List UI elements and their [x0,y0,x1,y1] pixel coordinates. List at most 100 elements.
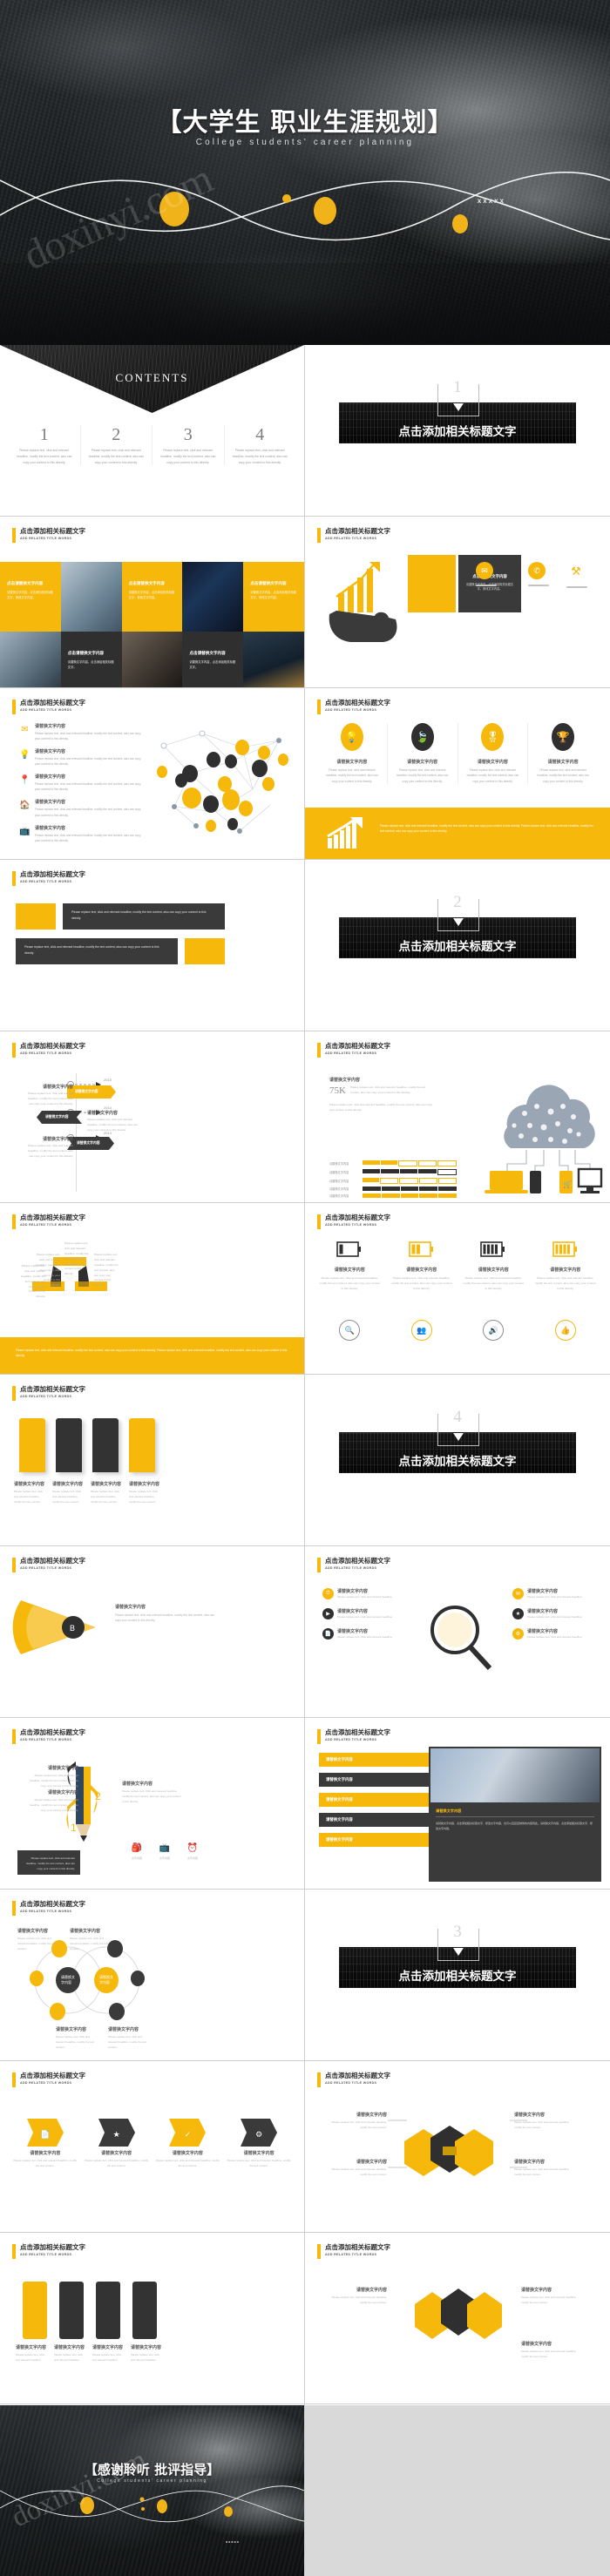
icon-item[interactable]: 🏆 请替换文字内容 Please replace text, click and… [528,723,598,784]
podium-yellow-strip[interactable]: Please replace text, click and relevant … [0,1337,304,1374]
header-title: 点击添加相关标题文字 [20,1042,85,1050]
list-photo-panel[interactable]: 请替换文字内容 请替换文字内容，点击添加相关标题文字，修改文字内容，也可以直接复… [429,1747,601,1882]
mini-icon-item[interactable]: 🎒 文字内容 [131,1842,143,1861]
battery-item[interactable]: 请替换文字内容 Please replace text, click and r… [314,1241,386,1292]
slide-pencil[interactable]: 点击添加相关标题文字 ADD RELATED TITLE WORDS 1 2 3 [0,1718,305,1890]
tile-text[interactable]: 点击请替换文字内容 请替换文字内容，点击添加相关标题文字，修改文字内容。 [121,562,183,632]
list-bar-yellow[interactable]: 请替换文字内容 [319,1793,434,1807]
tile-title: 点击请替换文字内容 [67,651,105,655]
card-dark[interactable] [92,1418,119,1472]
block-dark-2[interactable]: Please replace text, click and relevant … [16,938,178,964]
list-item[interactable]: ⚙ 请替换文字内容 Please replace text, click and… [512,1628,598,1640]
list-item[interactable]: 🏠 请替换文字内容 Please replace text, click and… [19,799,141,817]
contents-item[interactable]: 2 Please replace text, click and relevan… [81,425,152,466]
slide-blocks[interactable]: 点击添加相关标题文字 ADD RELATED TITLE WORDS Pleas… [0,860,305,1031]
item-body: Please replace text, click and relevant … [35,757,141,767]
icon-item[interactable]: 💡 请替换文字内容 Please replace text, click and… [317,723,388,785]
contents-item[interactable]: 3 Please replace text, click and relevan… [152,425,225,466]
list-bar-dark[interactable]: 请替换文字内容 [319,1813,434,1827]
contents-item[interactable]: 1 Please replace text, click and relevan… [9,425,81,466]
tile-photo-shoe[interactable] [121,632,183,687]
icon-item[interactable]: 🍃 请替换文字内容 Please replace text, click and… [388,723,458,785]
block-yellow-1[interactable] [16,903,56,930]
pencil-dark-box[interactable]: Please replace text, click and relevant … [17,1850,80,1875]
battery-mid-icon [408,1241,433,1257]
speaker-icon-wrap[interactable]: 🔊 [458,1320,530,1341]
star-icon: ★ [112,2130,120,2139]
card-yellow[interactable] [19,1418,45,1472]
thumbs-up-icon-wrap[interactable]: 👍 [530,1320,602,1341]
list-bar-yellow[interactable]: 请替换文字内容 [319,1833,434,1847]
tile-photo-city[interactable] [243,632,304,687]
slide-gear-flow[interactable]: 点击添加相关标题文字 ADD RELATED TITLE WORDS 请替换文字… [305,2233,610,2404]
cloud-stat: 请替换文字内容 75K Please replace text, click a… [329,1077,434,1113]
slide-section-3[interactable]: 3 点击添加相关标题文字 [305,1890,610,2061]
slide-list-photo[interactable]: 点击添加相关标题文字 ADD RELATED TITLE WORDS 请替换文字… [305,1718,610,1890]
mini-icon-item[interactable]: ⏰ 文字内容 [186,1842,199,1861]
bar-label: 请替换文字内容 [326,1757,353,1761]
battery-item[interactable]: 请替换文字内容 Please replace text, click and r… [458,1241,530,1292]
slide-contents[interactable]: CONTENTS 1 Please replace text, click an… [0,345,305,517]
card-dark[interactable] [59,2282,84,2339]
list-bar-dark[interactable]: 请替换文字内容 [319,1773,434,1787]
tile-photo-car[interactable] [182,562,244,632]
card-dark[interactable] [56,1418,82,1472]
step-item[interactable]: ★ 请替换文字内容 Please replace text, click and… [84,2119,150,2168]
list-item[interactable]: 📄 请替换文字内容 Please replace text, click and… [322,1628,408,1640]
list-item[interactable]: ✉ 请替换文字内容 Please replace text, click and… [19,723,141,741]
list-item[interactable]: ✉ 请替换文字内容 Please replace text, click and… [512,1588,598,1599]
slide-cloud[interactable]: 点击添加相关标题文字 ADD RELATED TITLE WORDS 请替换文字… [305,1031,610,1203]
card-dark[interactable] [96,2282,120,2339]
slide-cards[interactable]: 点击添加相关标题文字 ADD RELATED TITLE WORDS 请替换文字… [0,1375,305,1546]
step-item[interactable]: ✓ 请替换文字内容 Please replace text, click and… [155,2119,221,2168]
card-yellow[interactable] [23,2282,47,2339]
contents-item[interactable]: 4 Please replace text, click and relevan… [225,425,296,465]
battery-item[interactable]: 请替换文字内容 Please replace text, click and r… [530,1241,602,1292]
slide-timeline[interactable]: 点击添加相关标题文字 ADD RELATED TITLE WORDS 2015 [0,1031,305,1203]
slide-network[interactable]: 点击添加相关标题文字 ADD RELATED TITLE WORDS ✉ 请替换… [0,688,305,860]
slide-hand-chart[interactable]: 点击添加相关标题文字 ADD RELATED TITLE WORDS 点击请替换… [305,517,610,688]
slide-pie[interactable]: 点击添加相关标题文字 ADD RELATED TITLE WORDS B 请替换… [0,1546,305,1718]
slide-venn[interactable]: 点击添加相关标题文字 ADD RELATED TITLE WORDS 请替换文 [0,1890,305,2061]
card-body: Please replace text, click and relevant … [91,1490,120,1504]
slide-arrow-steps[interactable]: 点击添加相关标题文字 ADD RELATED TITLE WORDS 📄 请替换… [0,2061,305,2233]
icon-item[interactable]: 🎖 请替换文字内容 Please replace text, click and… [458,723,529,785]
list-item[interactable]: 💡 请替换文字内容 Please replace text, click and… [19,748,141,767]
battery-item[interactable]: 请替换文字内容 Please replace text, click and r… [386,1241,458,1292]
tile-text[interactable]: 点击请替换文字内容 请替换文字内容，点击添加相关标题文字。 [182,632,244,687]
list-item[interactable]: 📺 请替换文字内容 Please replace text, click and… [19,825,141,843]
list-item[interactable]: ★ 请替换文字内容 Please replace text, click and… [512,1608,598,1619]
tile-text[interactable]: 点击请替换文字内容 请替换文字内容，点击添加相关标题文字，修改文字内容。 [0,562,61,632]
block-yellow-2[interactable] [185,938,225,964]
slide-battery[interactable]: 点击添加相关标题文字 ADD RELATED TITLE WORDS 请替换文字… [305,1203,610,1375]
mini-icon-item[interactable]: 📺 文字内容 [159,1842,171,1861]
slide-section-4[interactable]: 4 点击添加相关标题文字 [305,1375,610,1546]
item-title: 请替换文字内容 [527,1589,559,1594]
tile-photo-hands[interactable] [60,562,122,632]
slide-magnifier[interactable]: 点击添加相关标题文字 ADD RELATED TITLE WORDS ⏱ 请替换… [305,1546,610,1718]
tile-photo-building[interactable] [0,632,61,687]
card-dark[interactable] [132,2282,157,2339]
step-item[interactable]: ⚙ 请替换文字内容 Please replace text, click and… [226,2119,292,2168]
slide-four-icons[interactable]: 点击添加相关标题文字 ADD RELATED TITLE WORDS 💡 请替换… [305,688,610,860]
closing-slide[interactable]: 【感谢聆听 批评指导】 College students' career pla… [0,2405,304,2576]
search-icon-wrap[interactable]: 🔍 [314,1320,386,1341]
four-icons-yellow-strip[interactable]: Please replace text, click and relevant … [305,808,610,859]
slide-photo-tiles[interactable]: 点击添加相关标题文字 ADD RELATED TITLE WORDS 点击请替换… [0,517,305,688]
card-yellow[interactable] [129,1418,155,1472]
step-item[interactable]: 📄 请替换文字内容 Please replace text, click and… [12,2119,78,2168]
hand-yellow-block[interactable] [408,555,456,612]
block-dark-1[interactable]: Please replace text, click and relevant … [63,903,225,930]
list-item[interactable]: ▶ 请替换文字内容 Please replace text, click and… [322,1608,408,1619]
slide-podium[interactable]: 点击添加相关标题文字 ADD RELATED TITLE WORDS Pleas… [0,1203,305,1375]
slide-section-2[interactable]: 2 点击添加相关标题文字 [305,860,610,1031]
tile-text[interactable]: 点击请替换文字内容 请替换文字内容，点击添加相关标题文字。 [60,632,122,687]
people-icon-wrap[interactable]: 👥 [386,1320,458,1341]
slide-cards-tall[interactable]: 点击添加相关标题文字 ADD RELATED TITLE WORDS 请替换文字… [0,2233,305,2404]
list-item[interactable]: ⏱ 请替换文字内容 Please replace text, click and… [322,1588,408,1599]
list-bar-yellow[interactable]: 请替换文字内容 [319,1753,434,1767]
slide-gears[interactable]: 点击添加相关标题文字 ADD RELATED TITLE WORDS 请替换文字… [305,2061,610,2233]
tile-text[interactable]: 点击请替换文字内容 请替换文字内容，点击添加相关标题文字，修改文字内容。 [243,562,304,632]
list-item[interactable]: 📍 请替换文字内容 Please replace text, click and… [19,774,141,792]
slide-section-1[interactable]: 1 点击添加相关标题文字 [305,345,610,517]
